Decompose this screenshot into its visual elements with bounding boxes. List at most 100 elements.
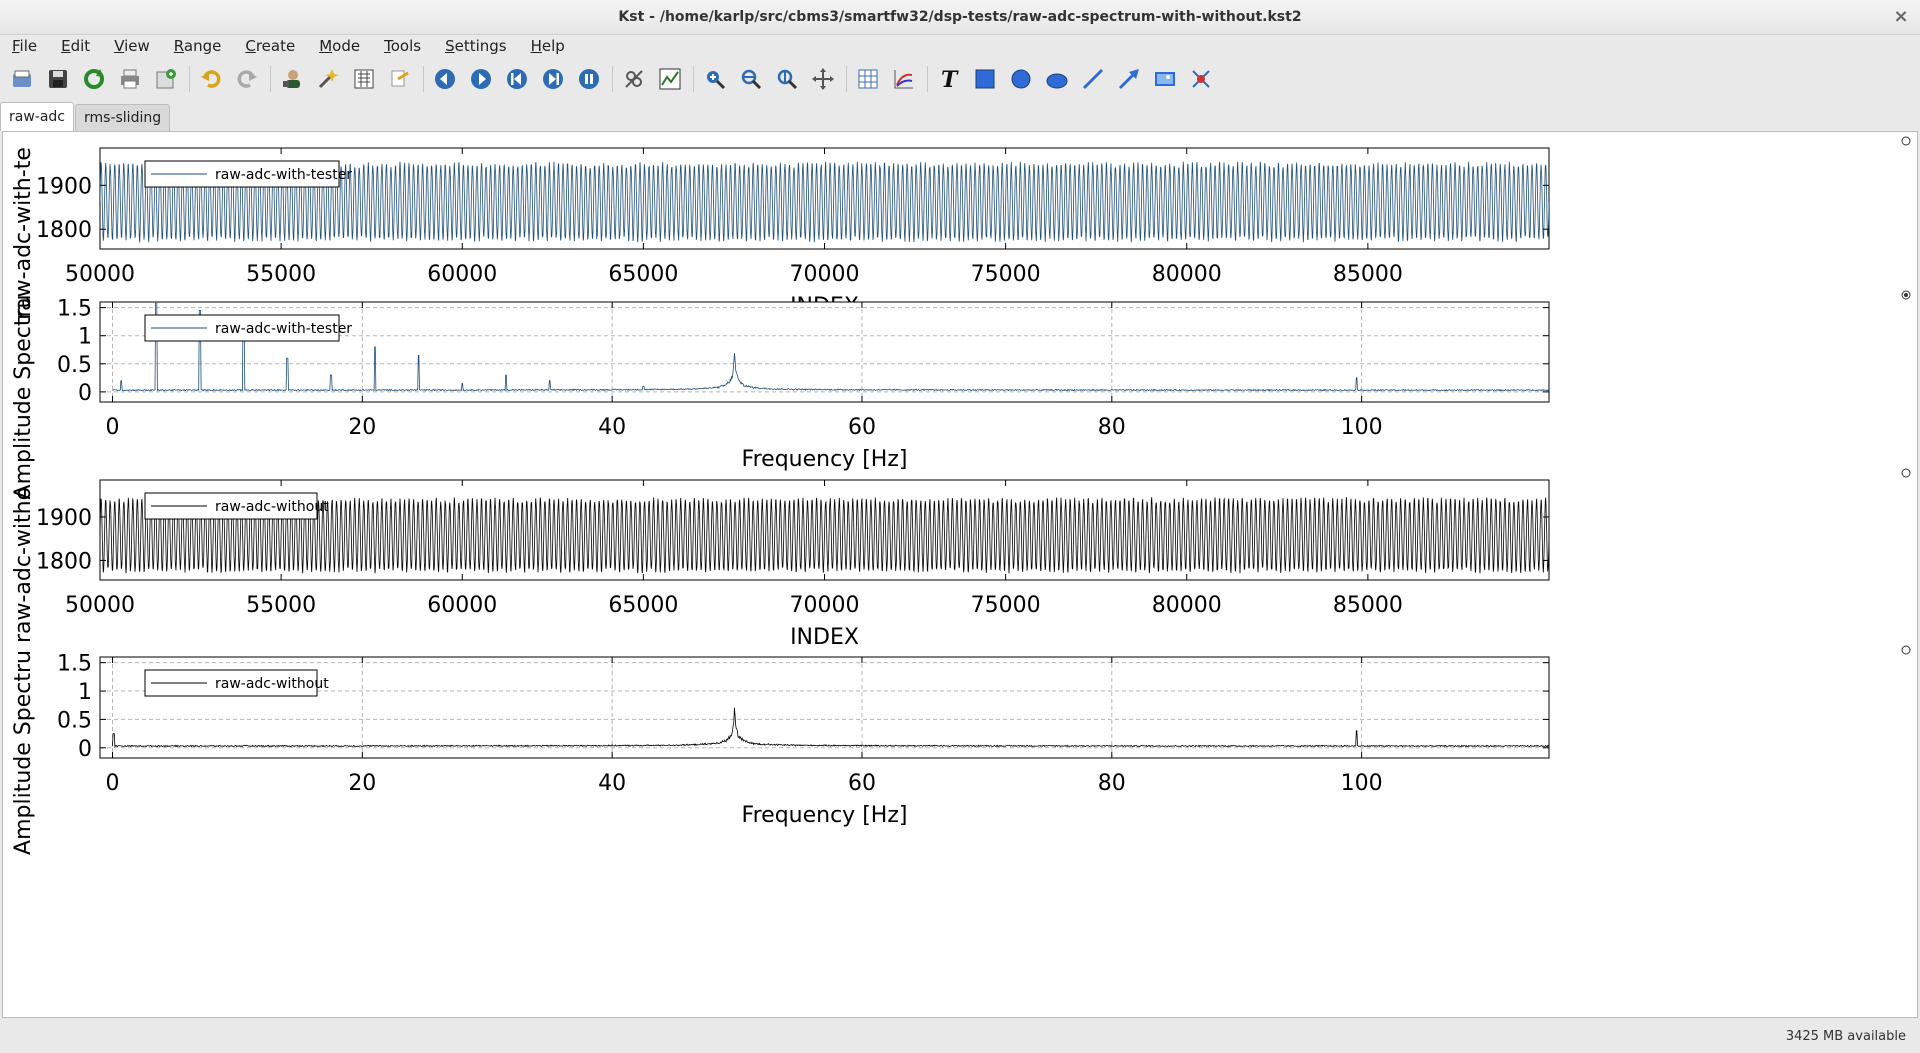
grid-icon[interactable]: [854, 65, 882, 93]
x-tick-label: 0: [105, 771, 119, 796]
ellipse-icon[interactable]: [1043, 65, 1071, 93]
menu-mode[interactable]: Mode: [307, 37, 372, 55]
x-tick-label: 20: [348, 415, 376, 440]
undo-icon[interactable]: [197, 65, 225, 93]
menu-range[interactable]: Range: [162, 37, 234, 55]
x-tick-label: 60000: [427, 262, 497, 287]
box-icon[interactable]: [971, 65, 999, 93]
main-toolbar: T: [0, 60, 1920, 98]
tab-raw-adc[interactable]: raw-adc: [0, 102, 74, 131]
window-close-icon[interactable]: ×: [1888, 4, 1914, 30]
redo-icon[interactable]: [233, 65, 261, 93]
legend-label: raw-adc-without: [215, 499, 329, 515]
line-icon[interactable]: [1079, 65, 1107, 93]
zoom-x-icon[interactable]: [737, 65, 765, 93]
y-tick-label: 0: [78, 381, 92, 406]
menu-tools[interactable]: Tools: [372, 37, 433, 55]
picture-icon[interactable]: [1151, 65, 1179, 93]
arrow-icon[interactable]: [1115, 65, 1143, 93]
shared-axis-icon[interactable]: [1187, 65, 1215, 93]
y-axis-label: raw-adc-witho: [11, 487, 36, 643]
menu-view[interactable]: View: [102, 37, 162, 55]
x-axis-label: Frequency [Hz]: [742, 803, 908, 828]
y-tick-label: 1800: [36, 549, 92, 574]
y-tick-label: 1: [78, 680, 92, 705]
x-tick-label: 75000: [971, 262, 1041, 287]
pan-icon[interactable]: [809, 65, 837, 93]
toolbar-separator: [612, 66, 613, 92]
y-tick-label: 0: [78, 737, 92, 762]
plot-4: 0 20 40 60 80 100 0 0.5 1 1.5 Frequency [Hz] Amplit…: [11, 645, 1911, 855]
open-icon[interactable]: [8, 65, 36, 93]
plot-select-marker[interactable]: [1901, 136, 1911, 146]
plot-select-marker[interactable]: [1901, 468, 1911, 478]
x-tick-label: 80000: [1152, 262, 1222, 287]
reload-icon[interactable]: [80, 65, 108, 93]
window-title: Kst - /home/karlp/src/cbms3/smartfw32/ds…: [618, 9, 1302, 25]
x-tick-label: 0: [105, 415, 119, 440]
x-tick-label: 75000: [971, 593, 1041, 618]
plot-2: 0 20 40 60 80 100 0 0.5 1 1.5 Frequency [Hz] Amplit…: [11, 290, 1911, 500]
save-icon[interactable]: [44, 65, 72, 93]
x-tick-label: 70000: [790, 262, 860, 287]
menu-create[interactable]: Create: [233, 37, 307, 55]
layout-mode-icon[interactable]: [656, 65, 684, 93]
x-tick-label: 80: [1098, 415, 1126, 440]
legend-label: raw-adc-with-tester: [215, 321, 352, 337]
x-tick-label: 55000: [246, 593, 316, 618]
zoom-xy-icon[interactable]: [701, 65, 729, 93]
first-icon[interactable]: [503, 65, 531, 93]
window-titlebar: Kst - /home/karlp/src/cbms3/smartfw32/ds…: [0, 0, 1920, 35]
tab-bar: raw-adc rms-sliding: [0, 102, 171, 131]
x-tick-label: 50000: [65, 593, 135, 618]
data-manager-icon[interactable]: [278, 65, 306, 93]
legend-label: raw-adc-without: [215, 676, 329, 692]
change-file-icon[interactable]: [386, 65, 414, 93]
legend-label: raw-adc-with-tester: [215, 167, 352, 183]
x-tick-label: 80000: [1152, 593, 1222, 618]
data-wizard-icon[interactable]: [314, 65, 342, 93]
plot-select-marker-dot: [1904, 293, 1908, 297]
x-tick-label: 60: [848, 771, 876, 796]
x-tick-label: 40: [598, 415, 626, 440]
y-tick-label: 1.5: [57, 297, 92, 322]
print-icon[interactable]: [116, 65, 144, 93]
menu-bar: File Edit View Range Create Mode Tools Settings…: [0, 34, 1920, 58]
plot-select-marker[interactable]: [1901, 645, 1911, 655]
menu-settings[interactable]: Settings: [433, 37, 519, 55]
zoom-y-icon[interactable]: [773, 65, 801, 93]
forward-icon[interactable]: [467, 65, 495, 93]
menu-edit[interactable]: Edit: [49, 37, 102, 55]
x-axis-label: Frequency [Hz]: [742, 447, 908, 472]
zoom-tool-icon[interactable]: [620, 65, 648, 93]
memory-status: 3425 MB available: [1785, 1029, 1906, 1044]
y-axis-label: Amplitude Spectru: [11, 295, 36, 500]
back-icon[interactable]: [431, 65, 459, 93]
toolbar-separator: [927, 66, 928, 92]
y-tick-label: 0.5: [57, 353, 92, 378]
curve-icon[interactable]: [890, 65, 918, 93]
x-tick-label: 100: [1341, 771, 1383, 796]
tab-rms-sliding[interactable]: rms-sliding: [75, 104, 171, 131]
status-bar: 3425 MB available: [0, 1020, 1920, 1053]
menu-file[interactable]: File: [0, 37, 49, 55]
plugin-icon[interactable]: [350, 65, 378, 93]
y-tick-label: 1: [78, 325, 92, 350]
menu-help[interactable]: Help: [519, 37, 577, 55]
text-icon[interactable]: T: [935, 65, 963, 93]
x-tick-label: 80: [1098, 771, 1126, 796]
x-tick-label: 55000: [246, 262, 316, 287]
plot-view[interactable]: 50000 55000 60000 65000 70000 75000 80000 85000…: [2, 131, 1918, 1018]
x-tick-label: 60: [848, 415, 876, 440]
last-icon[interactable]: [539, 65, 567, 93]
x-tick-label: 20: [348, 771, 376, 796]
y-axis-label: Amplitude Spectru: [11, 650, 36, 855]
plots-canvas[interactable]: 50000 55000 60000 65000 70000 75000 80000 85000…: [3, 132, 1917, 1017]
y-tick-label: 1800: [36, 218, 92, 243]
export-icon[interactable]: [152, 65, 180, 93]
pause-icon[interactable]: [575, 65, 603, 93]
x-tick-label: 50000: [65, 262, 135, 287]
circle-icon[interactable]: [1007, 65, 1035, 93]
toolbar-separator: [693, 66, 694, 92]
y-tick-label: 1.5: [57, 652, 92, 677]
